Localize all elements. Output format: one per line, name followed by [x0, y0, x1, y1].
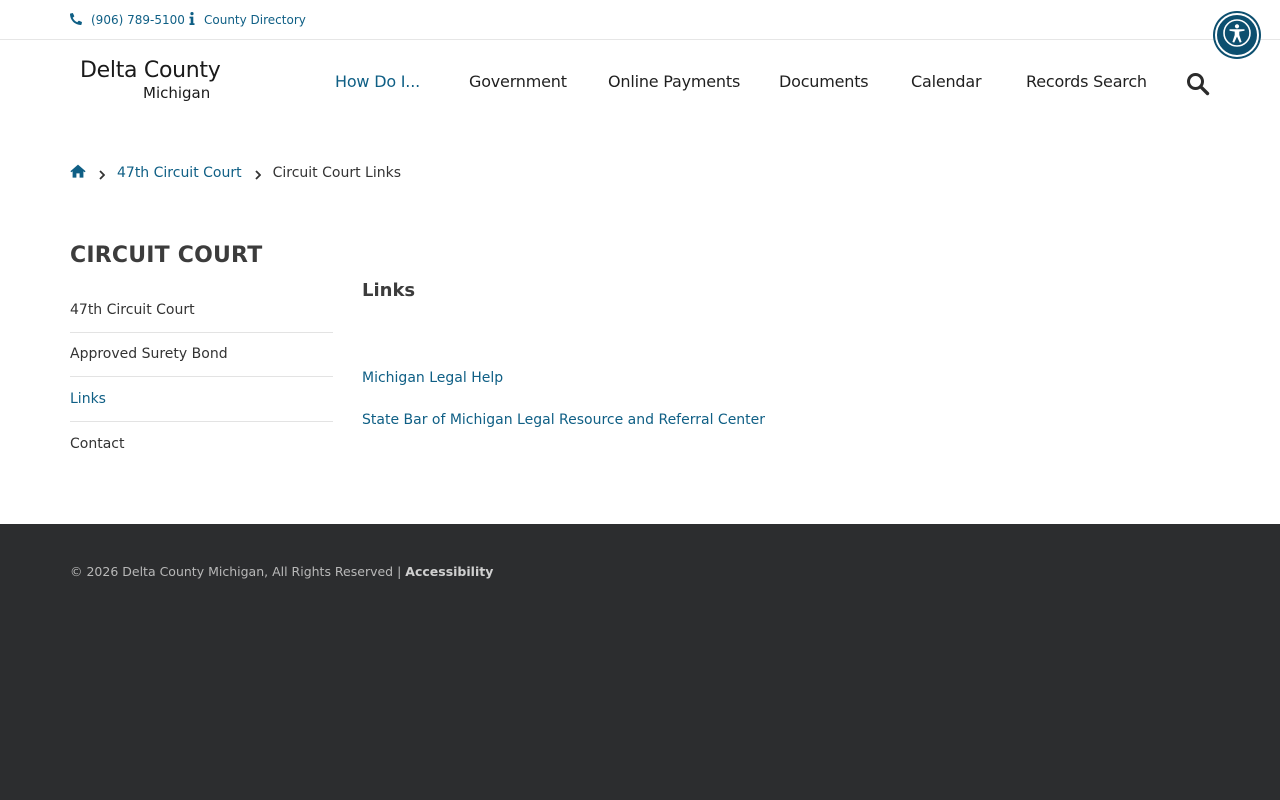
- accessibility-widget-button[interactable]: [1215, 13, 1259, 57]
- site-footer: © 2026 Delta County Michigan, All Rights…: [0, 524, 1280, 800]
- link-state-bar-referral-center[interactable]: State Bar of Michigan Legal Resource and…: [362, 412, 765, 428]
- phone-number: (906) 789-5100: [91, 13, 185, 27]
- info-icon: [189, 12, 195, 28]
- search-icon: [1186, 73, 1210, 100]
- phone-link[interactable]: (906) 789-5100: [69, 12, 185, 28]
- logo-line-2: Michigan: [143, 84, 211, 102]
- accessibility-person-icon: [1222, 18, 1252, 52]
- nav-how-do-i[interactable]: How Do I...: [335, 72, 420, 91]
- county-directory-label: County Directory: [204, 13, 306, 27]
- chevron-right-icon: [99, 168, 106, 180]
- breadcrumb-current: Circuit Court Links: [272, 165, 401, 181]
- search-button[interactable]: [1186, 72, 1210, 96]
- copyright-text: © 2026 Delta County Michigan, All Rights…: [70, 564, 402, 579]
- breadcrumb: 47th Circuit Court Circuit Court Links: [70, 164, 401, 182]
- breadcrumb-home[interactable]: [70, 164, 86, 182]
- page-title: Links: [362, 280, 416, 301]
- link-michigan-legal-help[interactable]: Michigan Legal Help: [362, 370, 503, 386]
- footer-copyright-line: © 2026 Delta County Michigan, All Rights…: [70, 564, 493, 579]
- sidebar-item-approved-surety-bond[interactable]: Approved Surety Bond: [70, 333, 333, 377]
- nav-records-search[interactable]: Records Search: [1026, 72, 1147, 91]
- nav-government[interactable]: Government: [469, 72, 567, 91]
- sidebar-item-contact[interactable]: Contact: [70, 422, 333, 467]
- nav-calendar[interactable]: Calendar: [911, 72, 982, 91]
- footer-accessibility-link[interactable]: Accessibility: [405, 564, 493, 579]
- county-directory-link[interactable]: County Directory: [189, 12, 306, 28]
- logo-line-1: Delta County: [80, 58, 221, 83]
- sidebar-item-47th-circuit-court[interactable]: 47th Circuit Court: [70, 288, 333, 333]
- top-utility-bar: (906) 789-5100 County Directory: [0, 0, 1280, 40]
- nav-documents[interactable]: Documents: [779, 72, 869, 91]
- breadcrumb-parent[interactable]: 47th Circuit Court: [117, 165, 242, 181]
- chevron-right-icon: [254, 168, 261, 180]
- sidebar-title: CIRCUIT COURT: [70, 243, 263, 268]
- site-logo[interactable]: Delta County Michigan: [80, 58, 221, 104]
- nav-online-payments[interactable]: Online Payments: [608, 72, 740, 91]
- phone-icon: [69, 12, 82, 28]
- sidebar-item-links[interactable]: Links: [70, 377, 333, 422]
- home-icon: [70, 164, 86, 182]
- sidebar-menu: 47th Circuit Court Approved Surety Bond …: [70, 288, 333, 466]
